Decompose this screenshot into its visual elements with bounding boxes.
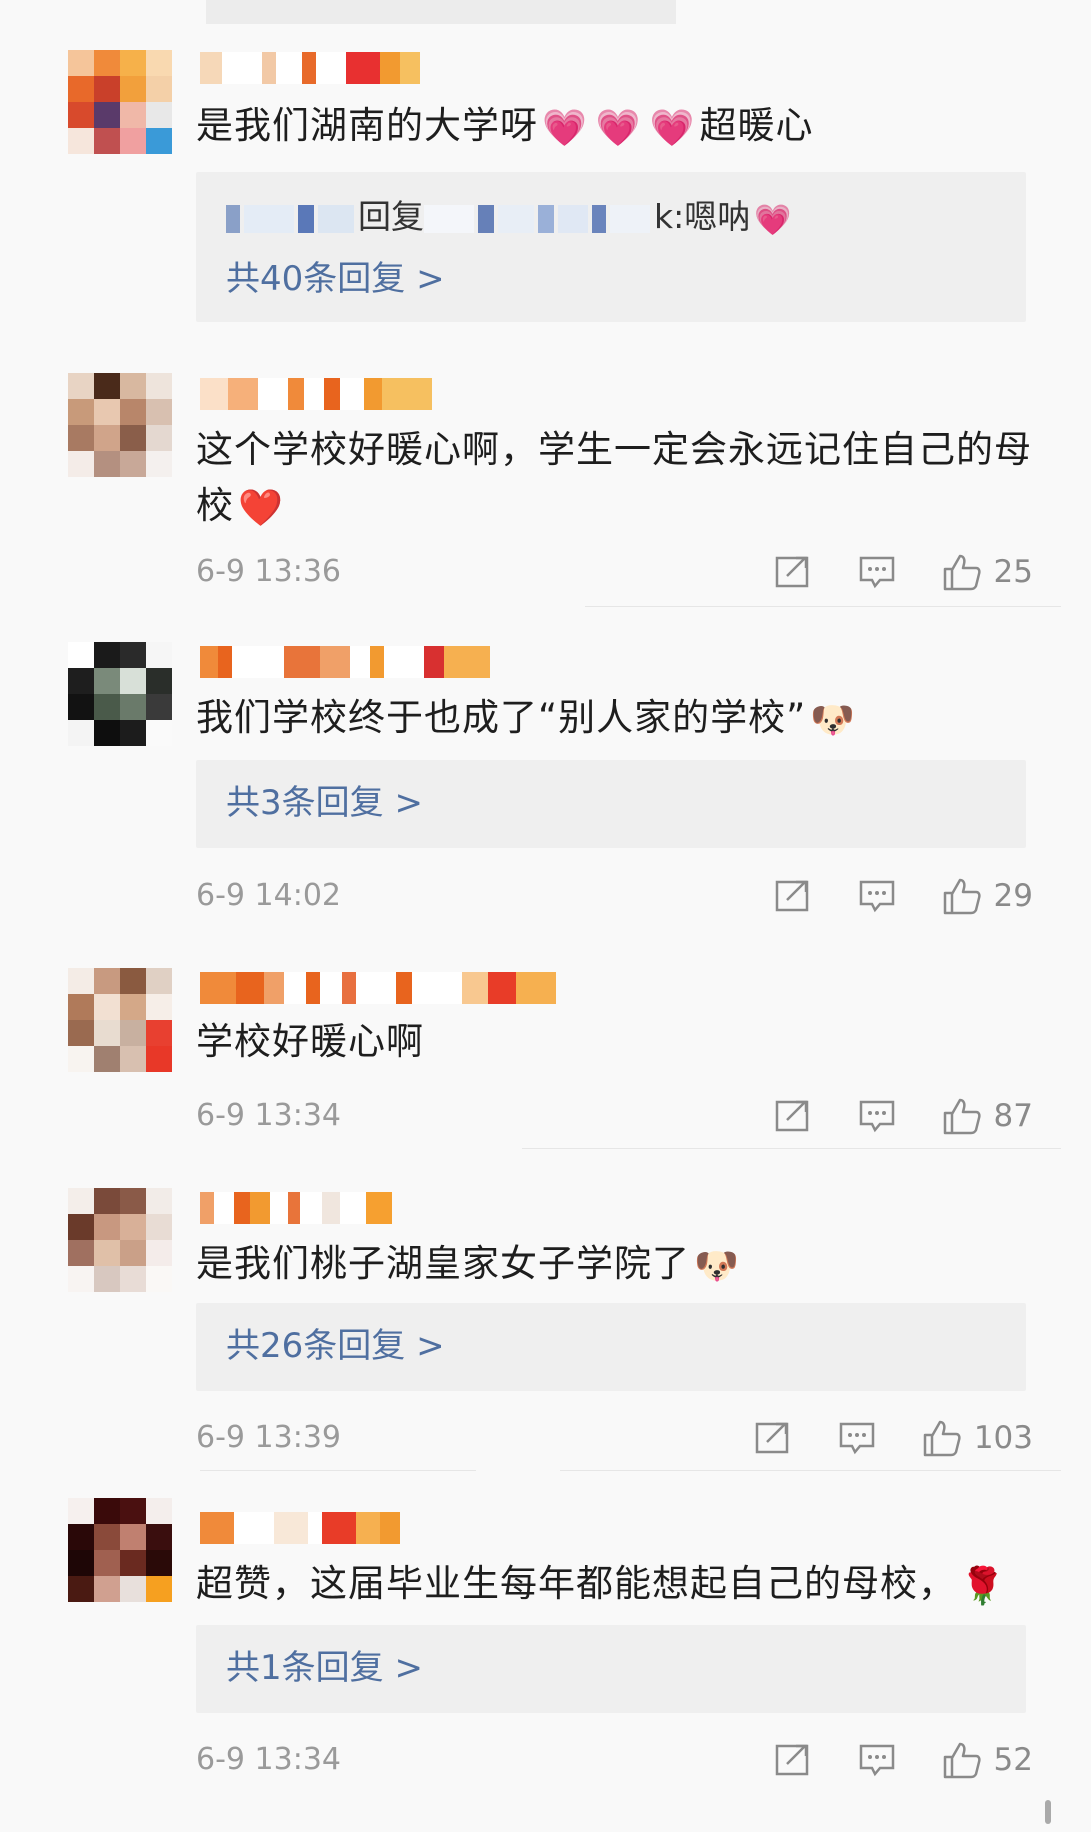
like-button[interactable]: 103 — [922, 1418, 1033, 1458]
like-count: 52 — [993, 1742, 1033, 1778]
like-count: 25 — [993, 554, 1033, 590]
avatar[interactable] — [68, 50, 172, 154]
like-icon — [943, 554, 981, 591]
like-count: 87 — [993, 1098, 1033, 1134]
share-icon — [775, 1100, 808, 1132]
avatar[interactable] — [68, 642, 172, 746]
like-count: 29 — [993, 878, 1033, 914]
comment-timestamp: 6-9 14:02 — [196, 878, 341, 913]
reply-count-link[interactable]: 共1条回复 > — [226, 1643, 423, 1693]
comment-button[interactable] — [838, 1420, 876, 1456]
reply-count-link[interactable]: 共26条回复 > — [226, 1321, 445, 1371]
username-redacted[interactable] — [200, 1512, 400, 1544]
username-redacted[interactable] — [200, 646, 490, 678]
share-icon — [775, 880, 808, 912]
comment-text: 我们学校终于也成了“别人家的学校” 🐶 — [196, 696, 857, 741]
reply-preview-box[interactable]: 共26条回复 > — [196, 1303, 1026, 1391]
comment-actions: 29 — [728, 874, 1033, 918]
share-button[interactable] — [774, 1741, 812, 1779]
comment-button[interactable] — [858, 554, 896, 590]
like-button[interactable]: 87 — [942, 1096, 1033, 1136]
heart-emoji-icon: 💗 — [542, 108, 588, 149]
comment-text: 超赞，这届毕业生每年都能想起自己的母校， 🌹 — [196, 1562, 1006, 1607]
username-redacted[interactable] — [200, 972, 556, 1004]
reply-snippet[interactable]: 回复 k:嗯呐 💗 — [226, 192, 796, 242]
comment-text: 是我们湖南的大学呀 💗 💗 💗 超暖心 — [196, 104, 814, 149]
reply-preview-box[interactable]: 回复 k:嗯呐 💗 共40条回复 > — [196, 172, 1026, 322]
reply-count-link[interactable]: 共40条回复 > — [226, 254, 445, 304]
like-icon — [943, 1742, 981, 1779]
comment-button[interactable] — [858, 878, 896, 914]
share-icon — [755, 1422, 789, 1454]
rose-emoji-icon: 🌹 — [960, 1566, 1006, 1607]
comment-text: 学校好暖心啊 — [196, 1020, 424, 1063]
share-button[interactable] — [774, 553, 812, 591]
divider — [200, 1470, 476, 1471]
like-button[interactable]: 29 — [942, 876, 1033, 916]
share-button[interactable] — [754, 1419, 792, 1457]
heart-emoji-icon: 💗 — [754, 203, 792, 238]
share-icon — [775, 556, 808, 588]
comment-timestamp: 6-9 13:36 — [196, 554, 341, 589]
doge-emoji-icon: 🐶 — [694, 1246, 740, 1287]
comment-icon — [859, 1100, 894, 1133]
username-redacted[interactable] — [200, 1192, 392, 1224]
divider — [585, 606, 1061, 607]
comment-icon — [859, 556, 894, 589]
comment-timestamp: 6-9 13:39 — [196, 1420, 341, 1455]
share-icon — [775, 1744, 808, 1776]
like-icon — [943, 878, 981, 915]
reply-count-link[interactable]: 共3条回复 > — [226, 778, 423, 828]
previous-reply-box-edge — [206, 0, 676, 24]
heart-emoji-icon: 💗 — [595, 108, 642, 149]
comment-timestamp: 6-9 13:34 — [196, 1742, 341, 1777]
avatar[interactable] — [68, 968, 172, 1072]
like-count: 103 — [973, 1420, 1033, 1456]
heart-emoji-icon: 💗 — [649, 108, 696, 149]
avatar[interactable] — [68, 1498, 172, 1602]
avatar[interactable] — [68, 1188, 172, 1292]
comment-actions: 25 — [728, 550, 1033, 594]
comment-text: 这个学校好暖心啊，学生一定会永远记住自己的母校 ❤️ — [196, 428, 1032, 529]
like-button[interactable]: 25 — [942, 552, 1033, 592]
comment-actions: 87 — [728, 1094, 1033, 1138]
comment-button[interactable] — [858, 1742, 896, 1778]
comment-text: 是我们桃子湖皇家女子学院了 🐶 — [196, 1242, 740, 1287]
comment-button[interactable] — [858, 1098, 896, 1134]
share-button[interactable] — [774, 1097, 812, 1135]
comment-actions: 103 — [708, 1416, 1033, 1460]
share-button[interactable] — [774, 877, 812, 915]
like-button[interactable]: 52 — [942, 1740, 1033, 1780]
avatar[interactable] — [68, 373, 172, 477]
doge-emoji-icon: 🐶 — [810, 700, 857, 741]
comment-timestamp: 6-9 13:34 — [196, 1098, 341, 1133]
reply-verb: 回复 — [358, 197, 424, 236]
reply-preview-box[interactable]: 共3条回复 > — [196, 760, 1026, 848]
like-icon — [943, 1098, 981, 1135]
comment-feed: 是我们湖南的大学呀 💗 💗 💗 超暖心 回复 k:嗯呐 💗 共40条回复 > 这个学校好暖心… — [0, 0, 1091, 1832]
scrollbar[interactable] — [1045, 1800, 1051, 1824]
comment-icon — [859, 1744, 894, 1777]
username-redacted[interactable] — [200, 378, 432, 410]
comment-icon — [859, 880, 894, 913]
divider — [522, 1148, 1061, 1149]
reply-snippet-text: k:嗯呐 — [654, 197, 751, 236]
username-redacted[interactable] — [200, 52, 420, 84]
reply-preview-box[interactable]: 共1条回复 > — [196, 1625, 1026, 1713]
comment-actions: 52 — [728, 1738, 1033, 1782]
divider — [560, 1470, 1061, 1471]
like-icon — [923, 1420, 961, 1457]
comment-icon — [839, 1422, 875, 1455]
red-heart-emoji-icon: ❤️ — [238, 488, 284, 529]
